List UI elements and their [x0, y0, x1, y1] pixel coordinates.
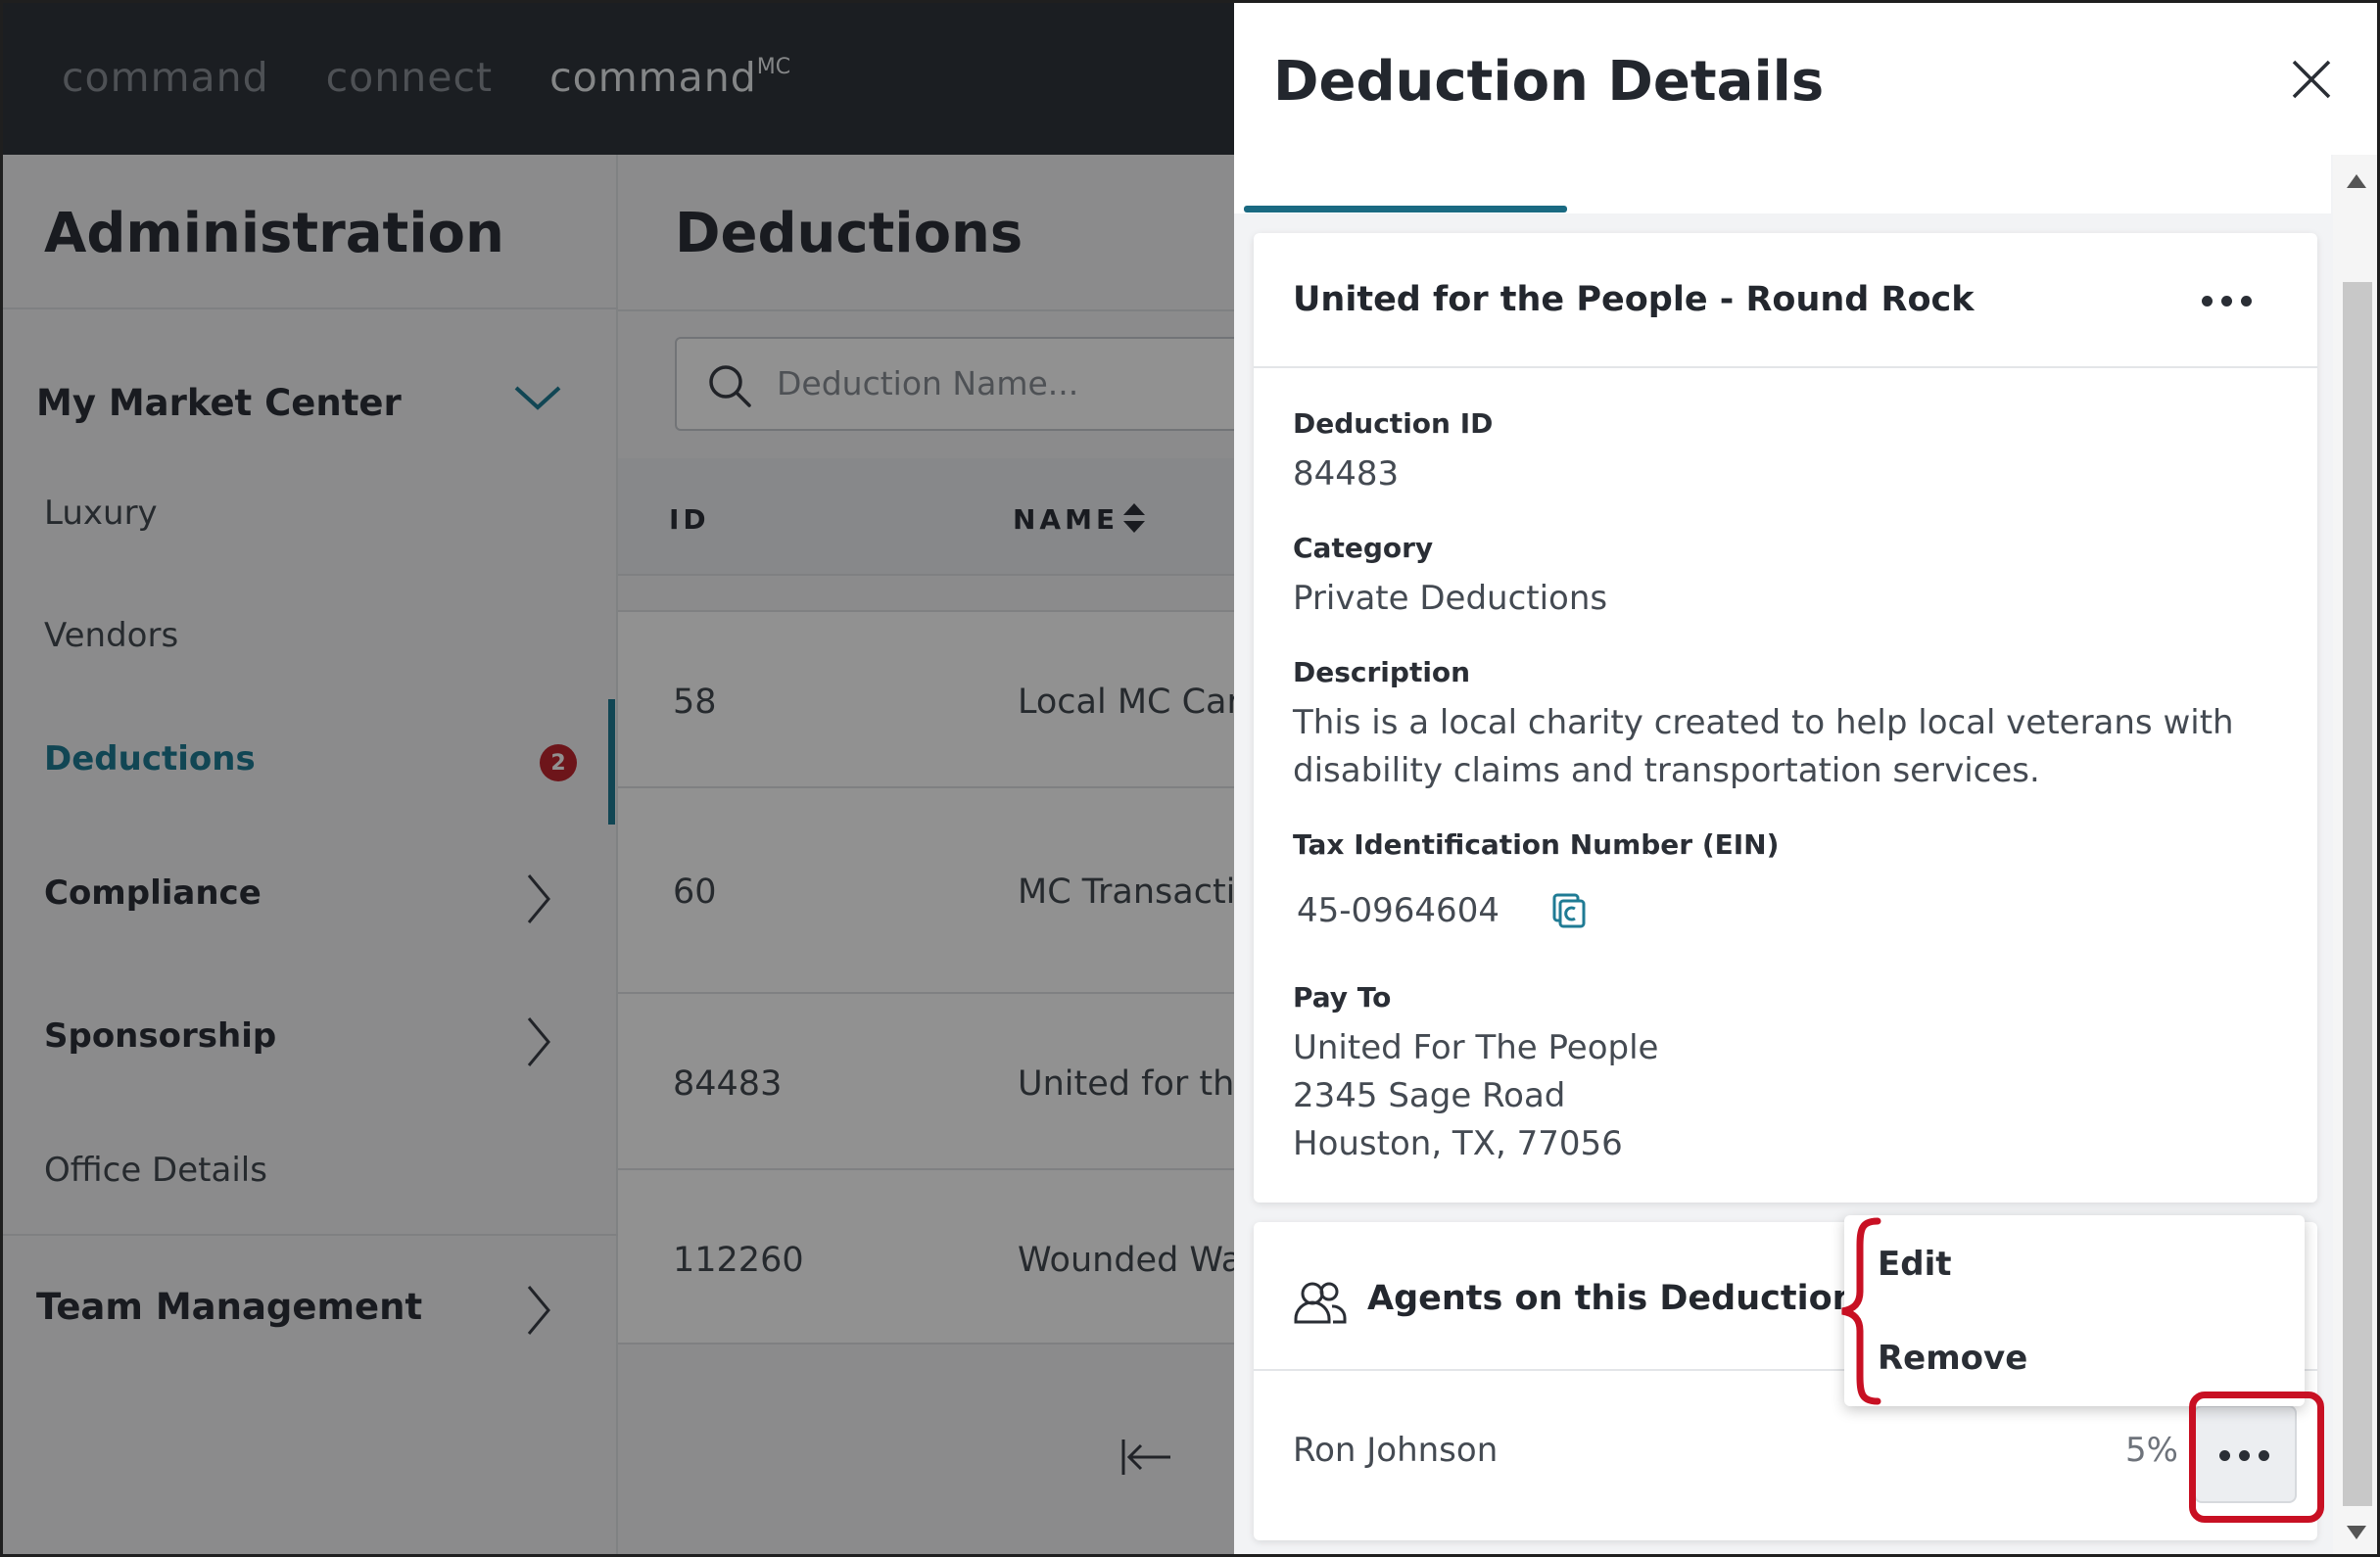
pay-to-label: Pay To: [1293, 981, 1392, 1014]
card-header: United for the People - Round Rock: [1254, 233, 2317, 368]
ein-label: Tax Identification Number (EIN): [1293, 828, 1780, 861]
panel-title: Deduction Details: [1273, 50, 1825, 114]
pay-to-line-1: United For The People: [1293, 1028, 1659, 1067]
scrollbar[interactable]: [2333, 155, 2377, 1554]
app-window: command connect commandMC Administration…: [0, 0, 2380, 1557]
description-value: This is a local charity created to help …: [1293, 703, 2234, 790]
close-icon[interactable]: [2282, 50, 2341, 109]
scroll-up-icon[interactable]: [2347, 174, 2366, 188]
tab-strip: [1234, 155, 2331, 213]
agent-actions-menu: Edit Remove: [1844, 1215, 2305, 1406]
pay-to-line-2: 2345 Sage Road: [1293, 1076, 1566, 1115]
modal-overlay[interactable]: [3, 3, 1234, 1554]
more-options-icon[interactable]: [2202, 292, 2261, 311]
deduction-id-value: 84483: [1293, 454, 1400, 494]
agent-name: Ron Johnson: [1293, 1431, 1499, 1470]
scrollbar-thumb[interactable]: [2343, 282, 2372, 1506]
users-icon: [1294, 1282, 1347, 1324]
description-label: Description: [1293, 656, 1471, 688]
scroll-down-icon[interactable]: [2347, 1526, 2366, 1539]
ein-value: 45-0964604: [1297, 891, 1499, 930]
deduction-card: United for the People - Round Rock Deduc…: [1254, 233, 2317, 1203]
pay-to-line-3: Houston, TX, 77056: [1293, 1124, 1623, 1163]
menu-item-edit[interactable]: Edit: [1878, 1245, 1951, 1284]
copy-icon[interactable]: [1550, 891, 1588, 930]
tab-active-indicator[interactable]: [1244, 206, 1567, 212]
deduction-name: United for the People - Round Rock: [1293, 280, 1975, 319]
highlight-brace: [1841, 1217, 1881, 1405]
agents-title: Agents on this Deduction: [1367, 1279, 1857, 1318]
menu-item-remove[interactable]: Remove: [1878, 1339, 2027, 1378]
category-label: Category: [1293, 532, 1434, 564]
deduction-id-label: Deduction ID: [1293, 407, 1494, 440]
agent-percent: 5%: [2125, 1431, 2178, 1470]
category-value: Private Deductions: [1293, 579, 1608, 618]
highlight-box: [2189, 1392, 2324, 1523]
panel-header: Deduction Details: [1234, 3, 2377, 155]
